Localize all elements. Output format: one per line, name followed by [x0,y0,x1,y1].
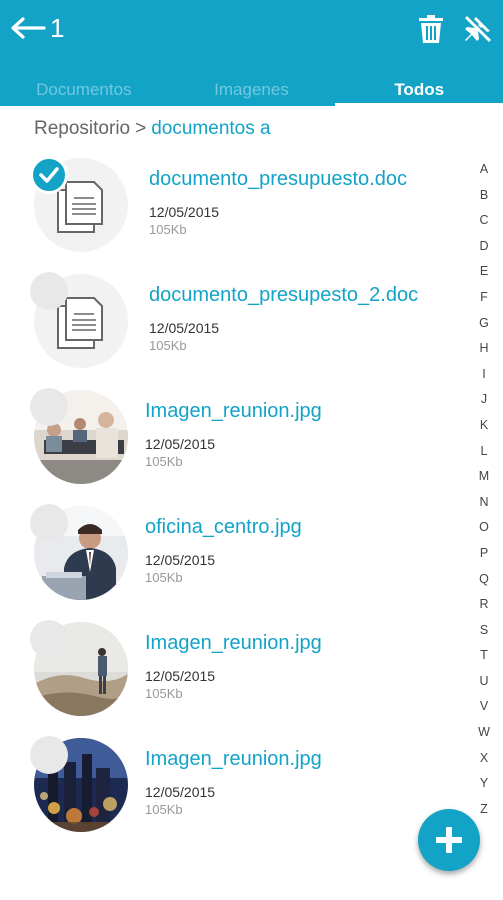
file-date: 12/05/2015 [145,552,216,568]
file-row[interactable]: Imagen_reunion.jpg 12/05/2015 105Kb [0,612,470,728]
alphabet-letter[interactable]: I [472,367,496,393]
select-checkbox[interactable] [30,620,68,658]
file-row[interactable]: documento_presupuesto.doc 12/05/2015 105… [0,148,470,264]
pin-off-icon [464,14,493,43]
file-size: 105Kb [149,338,187,353]
select-checkbox[interactable] [30,272,68,310]
file-row[interactable]: Imagen_reunion.jpg 12/05/2015 105Kb [0,728,470,844]
alphabet-letter[interactable]: S [472,623,496,649]
tab-todos[interactable]: Todos [335,74,503,106]
file-row[interactable]: oficina_centro.jpg 12/05/2015 105Kb [0,496,470,612]
alphabet-letter[interactable]: G [472,316,496,342]
tab-imagenes[interactable]: Imagenes [168,74,336,106]
alphabet-letter[interactable]: F [472,290,496,316]
select-checkbox[interactable] [30,388,68,426]
alphabet-letter[interactable]: K [472,418,496,444]
alphabet-letter[interactable]: T [472,648,496,674]
breadcrumb-current: documentos a [151,118,271,139]
file-row[interactable]: documento_presupesto_2.doc 12/05/2015 10… [0,264,470,380]
alphabet-letter[interactable]: A [472,162,496,188]
file-row[interactable]: Imagen_reunion.jpg 12/05/2015 105Kb [0,380,470,496]
delete-button[interactable] [414,12,448,46]
file-size: 105Kb [145,802,183,817]
file-date: 12/05/2015 [149,320,220,336]
file-size: 105Kb [149,222,187,237]
app-bar: 1 Documentos Imagenes Todos [0,0,503,106]
breadcrumb-root[interactable]: Repositorio [34,118,130,139]
alphabet-letter[interactable]: C [472,213,496,239]
alphabet-letter[interactable]: Y [472,776,496,802]
file-date: 12/05/2015 [145,436,216,452]
alphabet-index: A B C D E F G H I J K L M N O P Q R S T … [472,162,496,827]
file-size: 105Kb [145,454,183,469]
file-date: 12/05/2015 [145,784,216,800]
file-size: 105Kb [145,570,183,585]
file-size: 105Kb [145,686,183,701]
file-date: 12/05/2015 [145,668,216,684]
alphabet-letter[interactable]: X [472,751,496,777]
select-checkbox[interactable] [30,504,68,542]
file-name[interactable]: documento_presupuesto.doc [149,168,407,191]
tab-bar: Documentos Imagenes Todos [0,74,503,106]
file-name[interactable]: oficina_centro.jpg [145,516,302,539]
alphabet-letter[interactable]: P [472,546,496,572]
alphabet-letter[interactable]: W [472,725,496,751]
back-button[interactable]: 1 [10,12,64,44]
alphabet-letter[interactable]: Q [472,572,496,598]
alphabet-letter[interactable]: J [472,392,496,418]
tab-documentos[interactable]: Documentos [0,74,168,106]
plus-icon [436,827,462,853]
file-name[interactable]: documento_presupesto_2.doc [149,284,418,307]
trash-icon [419,15,443,43]
selected-count: 1 [50,13,65,43]
alphabet-letter[interactable]: R [472,597,496,623]
select-checkbox[interactable] [30,156,68,194]
alphabet-letter[interactable]: D [472,239,496,265]
file-list: documento_presupuesto.doc 12/05/2015 105… [0,148,470,844]
unpin-button[interactable] [461,12,495,46]
alphabet-letter[interactable]: L [472,444,496,470]
breadcrumb: Repositorio > documentos a [34,118,271,140]
file-name[interactable]: Imagen_reunion.jpg [145,632,322,655]
alphabet-letter[interactable]: B [472,188,496,214]
alphabet-letter[interactable]: H [472,341,496,367]
check-icon [39,167,59,183]
alphabet-letter[interactable]: O [472,520,496,546]
file-date: 12/05/2015 [149,204,220,220]
add-button[interactable] [418,809,480,871]
file-name[interactable]: Imagen_reunion.jpg [145,400,322,423]
alphabet-letter[interactable]: E [472,264,496,290]
breadcrumb-separator: > [135,118,147,139]
alphabet-letter[interactable]: M [472,469,496,495]
alphabet-letter[interactable]: N [472,495,496,521]
file-name[interactable]: Imagen_reunion.jpg [145,748,322,771]
arrow-left-icon [11,17,46,39]
alphabet-letter[interactable]: V [472,699,496,725]
alphabet-letter[interactable]: U [472,674,496,700]
select-checkbox[interactable] [30,736,68,774]
